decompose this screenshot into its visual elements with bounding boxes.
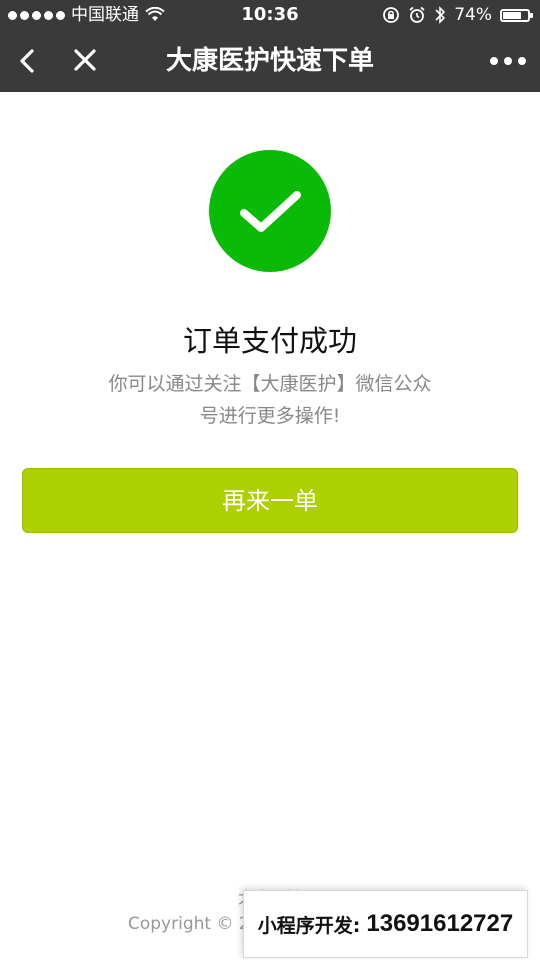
status-right: 74% [382, 0, 533, 30]
close-icon [74, 49, 96, 71]
result-description: 你可以通过关注【大康医护】微信公众号进行更多操作! [108, 373, 432, 427]
top-chrome: 中国联通 10:36 74% 大康医护快速下单 [0, 0, 540, 92]
chevron-left-icon [20, 49, 34, 73]
battery-fill [503, 11, 521, 19]
nav-bar: 大康医护快速下单 [0, 30, 540, 92]
rotation-lock-icon [383, 7, 400, 23]
page: 中国联通 10:36 74% 大康医护快速下单 订单支付成功 你可以通过关注【大… [0, 0, 540, 960]
battery-icon [500, 8, 533, 22]
developer-label: 小程序开发: [257, 914, 361, 937]
more-dots-icon[interactable] [490, 51, 526, 71]
developer-phone: 13691612727 [366, 910, 514, 937]
checkmark-icon [240, 191, 301, 232]
bluetooth-icon [435, 6, 446, 24]
order-again-button[interactable]: 再来一单 [22, 468, 518, 533]
checkmark-circle-icon [209, 150, 331, 272]
developer-contact-banner: 小程序开发: 13691612727 [243, 890, 528, 958]
alarm-icon [409, 6, 425, 23]
footer-copyright: Copyright © 2 [128, 914, 250, 934]
status-bar: 中国联通 10:36 74% [0, 0, 540, 30]
close-button[interactable] [66, 41, 106, 81]
battery-percent: 74% [454, 5, 492, 25]
back-button[interactable] [10, 41, 50, 81]
result-title: 订单支付成功 [182, 324, 357, 358]
